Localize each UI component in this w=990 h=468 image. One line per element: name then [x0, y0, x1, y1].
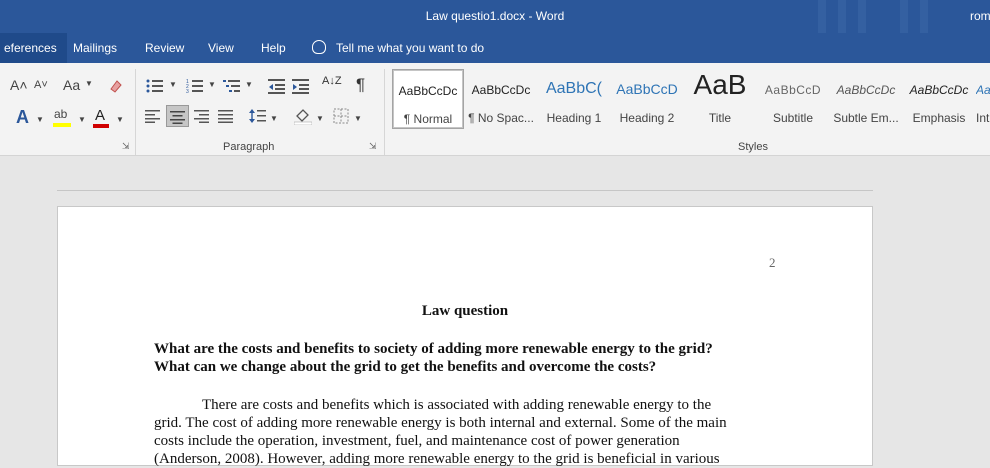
justify-icon[interactable]	[218, 109, 234, 123]
style-name: Subtitle	[772, 111, 814, 125]
page-number: 2	[769, 255, 776, 270]
style-no-spacing[interactable]: AaBbCcDc ¶ No Spac...	[465, 69, 537, 129]
font-dialog-launcher-icon[interactable]: ⇲	[122, 141, 130, 152]
paragraph-dialog-launcher-icon[interactable]: ⇲	[369, 141, 377, 152]
highlight-button[interactable]: ab	[52, 107, 74, 129]
tab-help[interactable]: Help	[251, 33, 296, 63]
group-separator	[384, 69, 385, 155]
style-title[interactable]: AaB Title	[684, 69, 756, 129]
grow-font-button[interactable]: A˄	[10, 77, 28, 93]
align-left-icon[interactable]	[145, 109, 161, 123]
style-heading-1[interactable]: AaBbC( Heading 1	[538, 69, 610, 129]
style-name: Emphasis	[912, 111, 966, 125]
tell-me-label: Tell me what you want to do	[336, 41, 485, 55]
lightbulb-icon	[312, 40, 326, 54]
document-canvas[interactable]: 2 Law question What are the costs and be…	[0, 157, 990, 467]
chevron-down-icon: ▼	[208, 80, 216, 89]
change-case-button[interactable]: Aa	[63, 77, 80, 93]
font-color-swatch	[93, 124, 109, 128]
align-center-button[interactable]	[166, 105, 189, 127]
body-line[interactable]: grid. The cost of adding more renewable …	[154, 415, 794, 432]
tab-view[interactable]: View	[198, 33, 244, 63]
style-subtitle[interactable]: AaBbCcD Subtitle	[757, 69, 829, 129]
borders-icon[interactable]	[333, 108, 349, 124]
style-sample: AaBbCcDc	[909, 83, 969, 97]
shrink-font-button[interactable]: A˅	[34, 79, 48, 91]
style-sample: Aa	[976, 83, 990, 97]
tab-references[interactable]: eferences	[0, 33, 67, 63]
font-color-label: A	[95, 107, 106, 124]
style-sample: AaBbCcDc	[471, 83, 531, 97]
svg-text:3: 3	[186, 89, 189, 94]
highlight-color-swatch	[53, 123, 71, 127]
style-name: Int	[976, 111, 990, 125]
style-sample: AaBbCcD	[616, 81, 678, 97]
user-account[interactable]: rom	[970, 9, 990, 23]
style-name: Title	[708, 111, 732, 125]
chevron-down-icon: ▼	[270, 114, 278, 123]
body-line[interactable]: costs include the operation, investment,…	[154, 433, 794, 450]
window-title: Law questio1.docx - Word	[425, 9, 565, 23]
style-sample: AaBbCcD	[764, 83, 822, 97]
style-sample: AaBbCcDc	[398, 84, 458, 98]
tell-me-search[interactable]: Tell me what you want to do	[312, 33, 484, 63]
body-line[interactable]: (Anderson, 2008). However, adding more r…	[154, 451, 794, 468]
chevron-down-icon: ▼	[36, 115, 44, 124]
increase-indent-icon[interactable]	[292, 78, 310, 94]
style-heading-2[interactable]: AaBbCcD Heading 2	[611, 69, 683, 129]
ribbon-tab-bar: eferences Mailings Review View Help Tell…	[0, 33, 990, 63]
chevron-down-icon: ▼	[169, 80, 177, 89]
multilevel-list-icon[interactable]	[223, 78, 241, 94]
question-line[interactable]: What are the costs and benefits to socie…	[154, 341, 794, 358]
show-formatting-marks-button[interactable]: ¶	[356, 75, 365, 95]
chevron-down-icon: ▼	[354, 114, 362, 123]
group-separator	[135, 69, 136, 155]
font-color-button[interactable]: A	[92, 107, 112, 129]
bullets-icon[interactable]	[146, 78, 164, 94]
sort-button[interactable]: A↓Z	[322, 76, 342, 87]
question-line[interactable]: What can we change about the grid to get…	[154, 359, 794, 376]
decrease-indent-icon[interactable]	[268, 78, 286, 94]
document-title[interactable]: Law question	[58, 303, 872, 320]
style-name: ¶ No Spac...	[468, 111, 534, 125]
tab-review[interactable]: Review	[135, 33, 194, 63]
ribbon: A˄ A˅ Aa ▼ A ▼ ab ▼ A ▼ ⇲ ▼ 1 2 3 ▼ ▼ A↓…	[0, 63, 990, 156]
style-name: ¶ Normal	[403, 112, 453, 126]
align-right-icon[interactable]	[194, 109, 210, 123]
style-subtle-emphasis[interactable]: AaBbCcDc Subtle Em...	[830, 69, 902, 129]
line-spacing-icon[interactable]	[249, 108, 267, 124]
numbering-icon[interactable]: 1 2 3	[186, 78, 204, 94]
style-name: Heading 2	[619, 111, 675, 125]
highlight-label: ab	[54, 107, 68, 121]
style-name: Heading 1	[546, 111, 602, 125]
style-intense-emphasis[interactable]: Aa Int	[976, 69, 990, 129]
chevron-down-icon: ▼	[85, 79, 93, 88]
text-effects-button[interactable]: A	[16, 107, 29, 128]
chevron-down-icon: ▼	[245, 80, 253, 89]
title-bar: Law questio1.docx - Word rom	[0, 0, 990, 33]
styles-gallery: AaBbCcDc ¶ Normal AaBbCcDc ¶ No Spac... …	[392, 67, 990, 135]
group-label-styles: Styles	[738, 141, 768, 153]
group-label-paragraph: Paragraph	[223, 141, 275, 153]
clear-formatting-icon[interactable]	[108, 78, 124, 94]
style-emphasis[interactable]: AaBbCcDc Emphasis	[903, 69, 975, 129]
page-break-line	[57, 190, 873, 191]
chevron-down-icon: ▼	[78, 115, 86, 124]
style-sample: AaB	[693, 69, 747, 100]
chevron-down-icon: ▼	[316, 114, 324, 123]
style-sample: AaBbC(	[545, 80, 603, 97]
align-center-icon	[170, 111, 185, 124]
body-line[interactable]: There are costs and benefits which is as…	[202, 397, 842, 414]
tab-mailings[interactable]: Mailings	[63, 33, 127, 63]
style-name: Subtle Em...	[833, 111, 899, 125]
style-normal[interactable]: AaBbCcDc ¶ Normal	[392, 69, 464, 129]
shading-icon[interactable]	[294, 107, 312, 125]
chevron-down-icon: ▼	[116, 115, 124, 124]
document-page[interactable]: 2 Law question What are the costs and be…	[57, 206, 873, 468]
style-sample: AaBbCcDc	[836, 83, 896, 97]
